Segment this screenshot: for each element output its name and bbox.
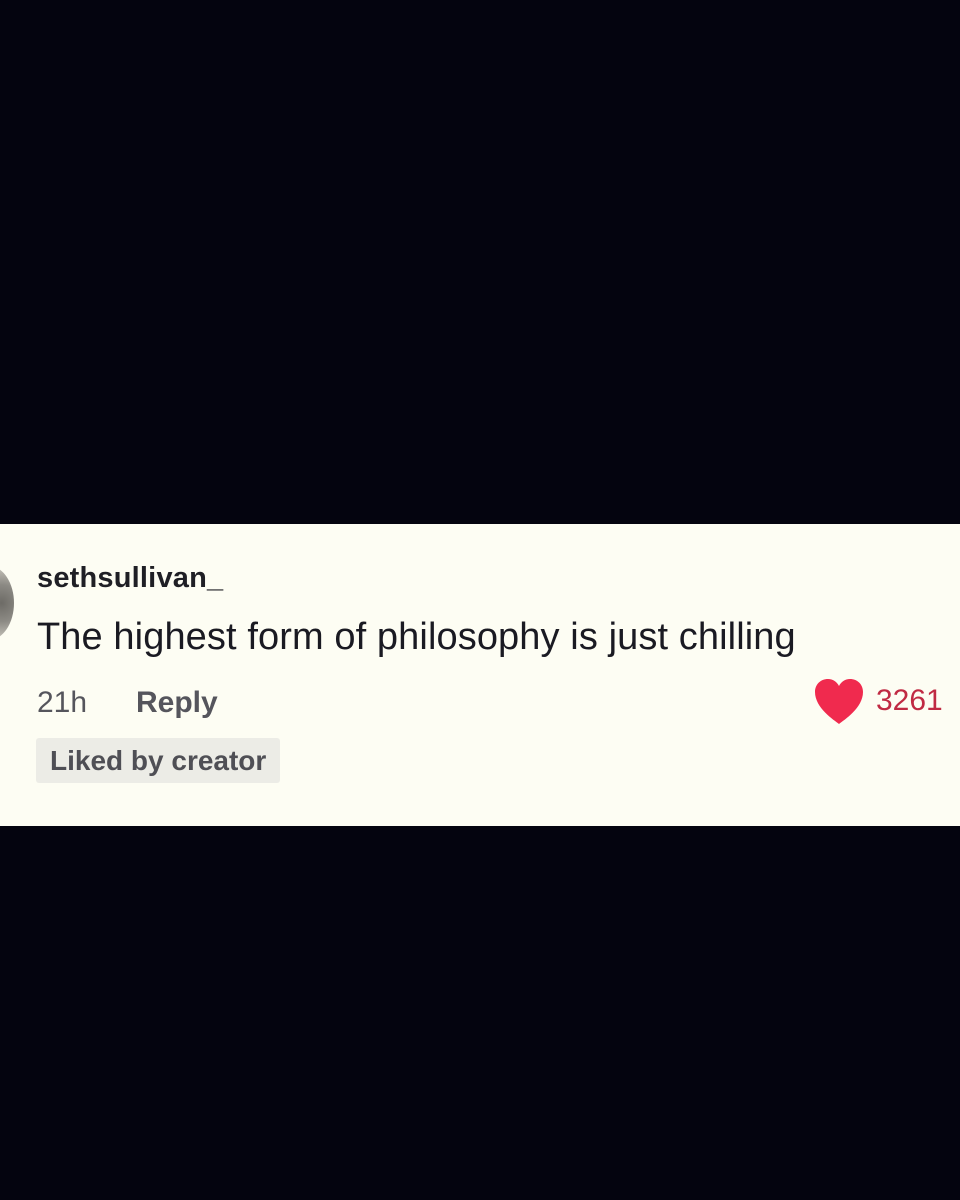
screen: sethsullivan_ The highest form of philos… [0,0,960,1200]
comment-username[interactable]: sethsullivan_ [37,562,223,595]
comment-card: sethsullivan_ The highest form of philos… [0,524,960,826]
like-count: 3261 [876,684,943,717]
like-button[interactable]: 3261 [812,676,943,726]
avatar[interactable] [0,566,14,640]
heart-icon [815,679,863,724]
reply-button[interactable]: Reply [136,686,218,720]
liked-by-creator-badge: Liked by creator [36,738,281,783]
comment-timestamp: 21h [37,686,88,719]
comment-text: The highest form of philosophy is just c… [37,616,796,658]
